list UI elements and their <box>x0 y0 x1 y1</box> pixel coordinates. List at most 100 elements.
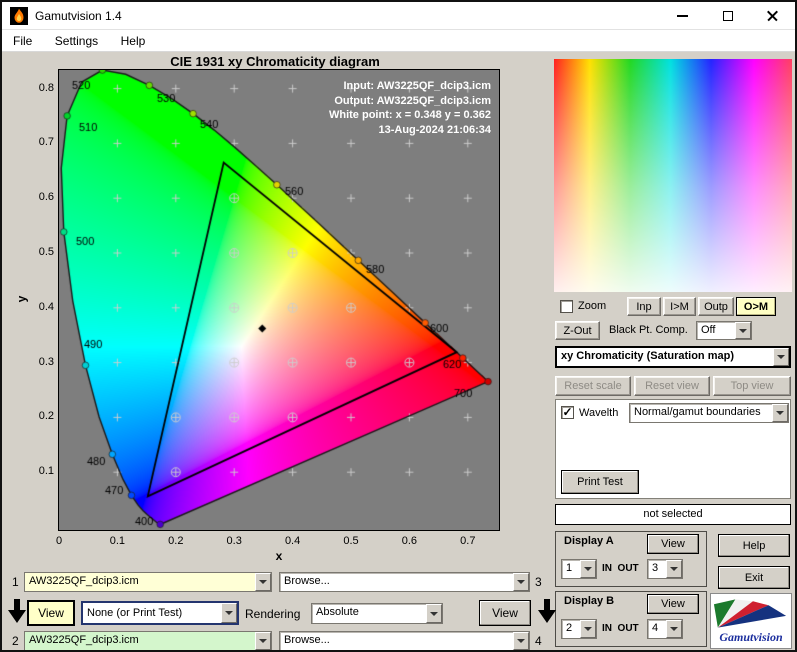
minimize-icon <box>677 14 688 17</box>
gamutvision-window: Gamutvision 1.4 File Settings Help CIE 1… <box>0 0 797 652</box>
status-box: not selected <box>555 504 791 525</box>
y-tick-label: 0.8 <box>38 81 54 94</box>
x-tick-label: 0 <box>55 535 63 547</box>
black-pt-comp-select[interactable]: Off <box>696 321 752 340</box>
display-a-view-button[interactable]: View <box>647 534 699 554</box>
o-to-m-button[interactable]: O>M <box>736 297 776 316</box>
close-icon <box>766 9 779 22</box>
display-a-title: Display A <box>564 535 614 547</box>
profile2-value: AW3225QF_dcip3.icm <box>25 632 255 650</box>
exit-button[interactable]: Exit <box>718 566 790 589</box>
menu-settings[interactable]: Settings <box>46 30 107 52</box>
browse2-value: Browse... <box>284 634 330 646</box>
chart-info-overlay: Input: AW3225QF_dcip3.icm Output: AW3225… <box>329 79 491 137</box>
window-controls <box>660 2 795 30</box>
zoom-checkbox[interactable] <box>560 300 573 313</box>
black-pt-comp-value: Off <box>701 324 716 336</box>
minimize-button[interactable] <box>660 2 705 29</box>
reset-view-button[interactable]: Reset view <box>634 376 710 396</box>
display-a-inout-label: IN OUT <box>602 563 639 574</box>
chevron-down-icon <box>580 560 596 578</box>
rendering-intent-select[interactable]: Absolute <box>311 603 443 624</box>
help-button[interactable]: Help <box>718 534 790 557</box>
top-view-button[interactable]: Top view <box>713 376 791 396</box>
x-tick-label: 0.1 <box>109 535 126 547</box>
chevron-down-icon <box>426 604 442 623</box>
intent-select[interactable]: None (or Print Test) <box>81 601 239 625</box>
display-mode-select[interactable]: xy Chromaticity (Saturation map) <box>555 346 791 368</box>
browse1-value: Browse... <box>284 575 330 587</box>
z-out-button[interactable]: Z-Out <box>555 321 600 340</box>
x-axis-title: x <box>275 549 283 563</box>
chromaticity-canvas[interactable] <box>59 70 499 530</box>
maximize-icon <box>722 10 733 21</box>
y-tick-label: 0.2 <box>38 410 54 423</box>
saturation-map-preview <box>554 59 792 292</box>
y-tick-label: 0.4 <box>38 300 54 313</box>
outp-button[interactable]: Outp <box>698 297 734 316</box>
boundaries-select[interactable]: Normal/gamut boundaries <box>629 403 789 423</box>
close-button[interactable] <box>750 2 795 29</box>
menu-file[interactable]: File <box>4 30 41 52</box>
inp-button[interactable]: Inp <box>627 297 661 316</box>
browse1-select[interactable]: Browse... <box>279 572 530 592</box>
display-b-view-button[interactable]: View <box>647 594 699 614</box>
display-a-in-select[interactable]: 1 <box>561 559 597 579</box>
display-a-out-select[interactable]: 3 <box>647 559 683 579</box>
rendering-label: Rendering <box>245 607 301 621</box>
profile1-value: AW3225QF_dcip3.icm <box>25 573 255 591</box>
zoom-label: Zoom <box>578 300 607 312</box>
intent-value: None (or Print Test) <box>87 607 183 619</box>
down-arrow-icon <box>538 599 556 626</box>
reset-scale-button[interactable]: Reset scale <box>555 376 631 396</box>
chevron-down-icon <box>666 620 682 638</box>
chevron-down-icon <box>735 322 751 339</box>
profile1-number: 1 <box>12 575 19 589</box>
menu-bar: File Settings Help <box>2 30 795 52</box>
y-tick-label: 0.3 <box>38 355 54 368</box>
i-to-m-button[interactable]: I>M <box>663 297 696 316</box>
display-b-in-select[interactable]: 2 <box>561 619 597 639</box>
view-3-4-button[interactable]: View <box>479 600 531 626</box>
window-title: Gamutvision 1.4 <box>35 8 122 23</box>
title-bar: Gamutvision 1.4 <box>2 2 795 30</box>
overlay-input-line: Input: AW3225QF_dcip3.icm <box>343 80 491 92</box>
x-tick-label: 0.2 <box>168 535 184 547</box>
rendering-intent-value: Absolute <box>316 606 359 618</box>
boundaries-value: Normal/gamut boundaries <box>634 406 761 418</box>
chevron-down-icon <box>221 603 237 623</box>
down-arrow-icon <box>8 599 26 626</box>
chevron-down-icon <box>255 573 271 591</box>
chart-title: CIE 1931 xy Chromaticity diagram <box>170 54 380 69</box>
overlay-whitepoint-line: White point: x = 0.348 y = 0.362 <box>328 109 491 121</box>
display-a-out-value: 3 <box>652 562 659 574</box>
view-1-2-button[interactable]: View <box>27 600 75 626</box>
display-b-in-value: 2 <box>566 622 573 634</box>
chevron-down-icon <box>580 620 596 638</box>
x-tick-label: 0.5 <box>343 535 359 547</box>
app-icon <box>10 6 28 25</box>
overlay-datetime-line: 13-Aug-2024 21:06:34 <box>378 123 491 136</box>
wavelth-checkbox[interactable]: ✓ <box>561 406 574 419</box>
x-tick-label: 0.3 <box>226 535 242 547</box>
display-mode-value: xy Chromaticity (Saturation map) <box>561 350 734 362</box>
browse2-select[interactable]: Browse... <box>279 631 530 650</box>
menu-help[interactable]: Help <box>112 30 155 52</box>
print-test-button[interactable]: Print Test <box>561 470 639 494</box>
wavelth-label: Wavelth <box>579 407 619 419</box>
chevron-down-icon <box>666 560 682 578</box>
chevron-down-icon <box>513 632 529 650</box>
profile2-select[interactable]: AW3225QF_dcip3.icm <box>24 631 272 650</box>
logo-text: Gamutvision <box>719 630 783 644</box>
display-b-out-value: 4 <box>652 622 659 634</box>
y-tick-label: 0.1 <box>38 465 54 478</box>
profile1-select[interactable]: AW3225QF_dcip3.icm <box>24 572 272 592</box>
chevron-down-icon <box>772 404 788 422</box>
maximize-button[interactable] <box>705 2 750 29</box>
display-b-out-select[interactable]: 4 <box>647 619 683 639</box>
display-b-title: Display B <box>564 595 615 607</box>
chevron-down-icon <box>255 632 271 650</box>
y-tick-label: 0.7 <box>38 136 54 149</box>
chromaticity-plot[interactable]: Input: AW3225QF_dcip3.icm Output: AW3225… <box>59 70 499 530</box>
x-tick-label: 0.7 <box>460 535 476 547</box>
